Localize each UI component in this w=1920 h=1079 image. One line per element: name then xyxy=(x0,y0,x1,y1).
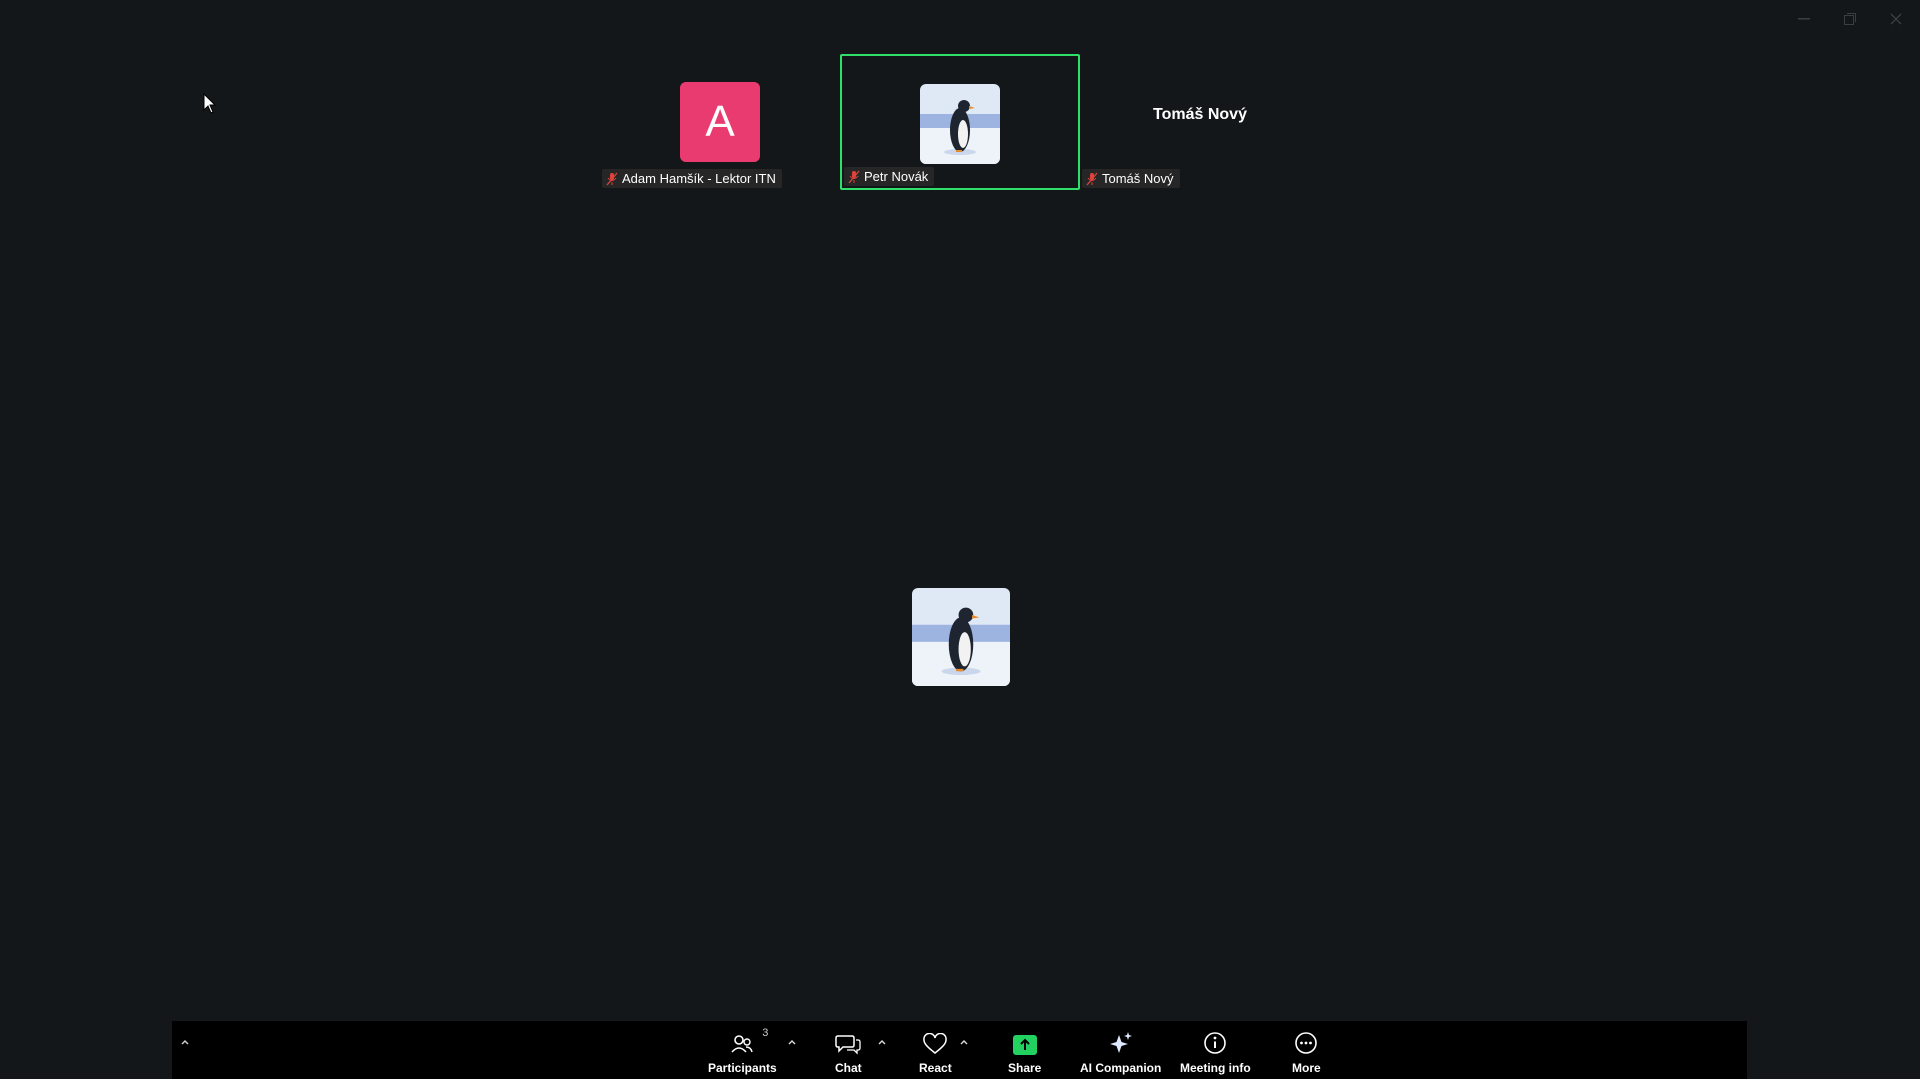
participants-options-chevron-icon[interactable] xyxy=(786,1037,798,1047)
self-view-avatar xyxy=(912,588,1010,686)
participant-name: Tomáš Nový xyxy=(1102,171,1174,186)
participant-name: Petr Novák xyxy=(864,169,929,184)
penguin-avatar-icon xyxy=(920,84,1000,164)
penguin-avatar-icon xyxy=(912,588,1010,686)
mic-muted-icon xyxy=(1086,172,1098,185)
close-icon xyxy=(1890,13,1902,25)
ai-companion-button[interactable]: AI Companion xyxy=(1080,1031,1161,1075)
react-button[interactable]: React xyxy=(919,1031,952,1075)
participant-tile-tomas[interactable]: Tomáš Nový Tomáš Nový xyxy=(1080,54,1320,190)
share-icon-wrap xyxy=(1012,1031,1037,1055)
participant-name: Adam Hamšík - Lektor ITN xyxy=(622,171,776,186)
chat-icon-wrap xyxy=(835,1031,861,1055)
share-label: Share xyxy=(1008,1061,1042,1075)
sparkle-icon xyxy=(1109,1032,1132,1053)
restore-icon xyxy=(1844,13,1856,25)
heart-icon xyxy=(923,1033,948,1054)
ai-companion-label: AI Companion xyxy=(1080,1061,1162,1075)
participant-name-label: Petr Novák xyxy=(844,167,935,186)
meeting-info-button[interactable]: Meeting info xyxy=(1180,1031,1251,1075)
share-button[interactable]: Share xyxy=(1008,1031,1041,1075)
participant-name-label: Adam Hamšík - Lektor ITN xyxy=(602,169,782,188)
more-button[interactable]: More xyxy=(1292,1031,1321,1075)
meeting-info-icon-wrap xyxy=(1203,1031,1227,1055)
chat-options-chevron-icon[interactable] xyxy=(876,1037,888,1047)
react-label: React xyxy=(919,1061,952,1075)
window-controls xyxy=(1794,8,1906,30)
participant-name-label: Tomáš Nový xyxy=(1082,169,1180,188)
more-icon-wrap xyxy=(1294,1031,1318,1055)
restore-button[interactable] xyxy=(1840,8,1860,30)
mic-muted-icon xyxy=(848,170,860,183)
participants-label: Participants xyxy=(708,1061,777,1075)
more-label: More xyxy=(1292,1061,1321,1075)
more-icon xyxy=(1295,1032,1318,1054)
participants-count: 3 xyxy=(762,1027,769,1039)
meeting-info-label: Meeting info xyxy=(1180,1061,1251,1075)
toolbar-expand-chevron-icon[interactable] xyxy=(178,1035,192,1049)
avatar: A xyxy=(680,82,760,162)
mouse-cursor-icon xyxy=(203,93,217,114)
chat-label: Chat xyxy=(835,1061,862,1075)
participants-button[interactable]: 3 Participants xyxy=(708,1027,777,1075)
participants-icon-wrap: 3 xyxy=(730,1027,768,1055)
meeting-toolbar: 3 Participants Chat React Share AI Compa… xyxy=(172,1021,1747,1079)
mic-muted-icon xyxy=(606,172,618,185)
minimize-icon xyxy=(1798,18,1810,20)
react-icon-wrap xyxy=(922,1031,948,1055)
close-button[interactable] xyxy=(1886,8,1906,30)
participant-tile-petr[interactable]: Petr Novák xyxy=(840,54,1080,190)
chat-button[interactable]: Chat xyxy=(835,1031,862,1075)
info-icon xyxy=(1204,1032,1227,1054)
chat-icon xyxy=(835,1035,861,1055)
minimize-button[interactable] xyxy=(1794,8,1814,30)
participants-icon xyxy=(731,1035,754,1053)
share-screen-icon xyxy=(1012,1035,1037,1055)
participant-display-name: Tomáš Nový xyxy=(1153,106,1247,123)
ai-companion-icon-wrap xyxy=(1108,1031,1134,1055)
avatar xyxy=(920,84,1000,164)
participant-tile-adam[interactable]: A Adam Hamšík - Lektor ITN xyxy=(600,54,840,190)
react-options-chevron-icon[interactable] xyxy=(958,1037,970,1047)
